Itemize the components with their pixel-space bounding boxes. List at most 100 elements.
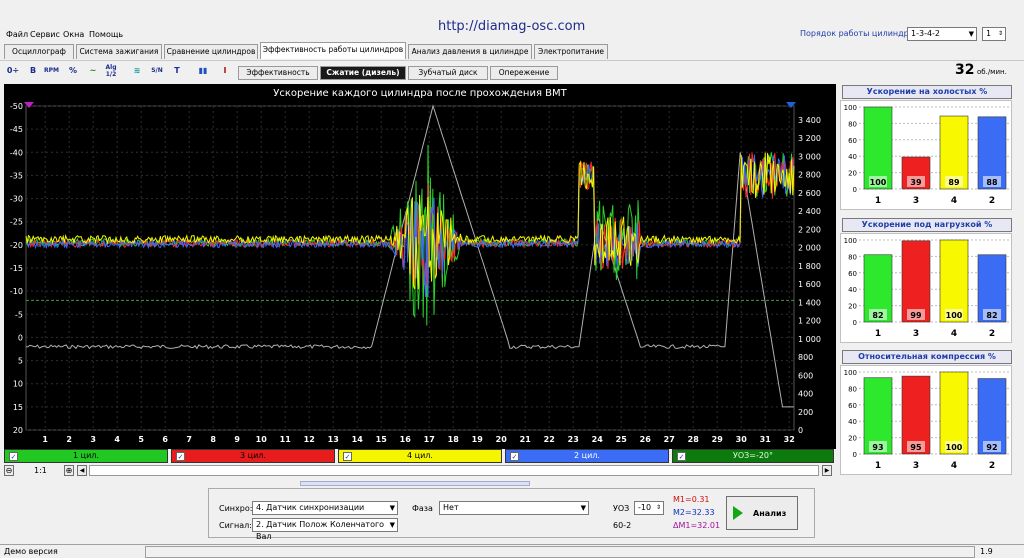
signal-noise-icon[interactable]: S/N <box>150 64 164 78</box>
left-tick-label: -15 <box>10 264 23 273</box>
bar-tick-label: 20 <box>848 170 857 178</box>
chevron-down-icon: ▼ <box>389 521 395 529</box>
menu-help[interactable]: Помощь <box>89 30 123 39</box>
right-tick-label: 3 400 <box>798 116 821 125</box>
chart-title: Ускорение каждого цилиндра после прохожд… <box>273 88 567 99</box>
left-tick-label: 15 <box>13 403 23 412</box>
bar-tick-label: 80 <box>848 385 857 393</box>
x-tick-label: 14 <box>352 435 364 444</box>
legend-cyl4[interactable]: ✓ 4 цил. <box>338 449 502 463</box>
cursor-t-icon[interactable]: T <box>170 64 184 78</box>
bar-cyl-label: 4 <box>951 329 957 339</box>
bars-icon[interactable]: ▮▮ <box>196 64 210 78</box>
x-tick-label: 23 <box>568 435 579 444</box>
app-window: Файл Сервис Окна Помощь http://diamag-os… <box>0 0 1024 558</box>
bar-tick-label: 40 <box>848 286 857 294</box>
menu-windows[interactable]: Окна <box>63 30 84 39</box>
wave-icon[interactable]: ~ <box>86 64 100 78</box>
firing-order-select[interactable]: 1-3-4-2 ▼ <box>907 27 977 41</box>
firing-order-value: 1-3-4-2 <box>911 29 941 38</box>
x-tick-label: 28 <box>688 435 700 444</box>
subtab-toothed-disc[interactable]: Зубчатый диск <box>408 66 488 80</box>
scale-icon[interactable]: 0÷ <box>6 64 20 78</box>
legend: ✓ 1 цил. ✓ 3 цил. ✓ 4 цил. ✓ 2 цил. ✓ УОЗ=-20… <box>4 449 834 463</box>
phase-select[interactable]: Нет ▼ <box>439 501 589 515</box>
acceleration-chart[interactable]: Ускорение каждого цилиндра после прохожд… <box>4 84 836 449</box>
tab-ignition[interactable]: Система зажигания <box>76 44 162 59</box>
bar-tick-label: 100 <box>844 369 857 377</box>
compression-title: Относительная компрессия % <box>842 350 1012 364</box>
bar-tick-label: 100 <box>844 104 857 112</box>
check-icon[interactable]: ✓ <box>176 452 185 461</box>
chart-icon[interactable]: I <box>218 64 232 78</box>
left-tick-label: -45 <box>10 125 23 134</box>
phase-label: Фаза <box>412 504 433 513</box>
bar-tick-label: 100 <box>844 237 857 245</box>
bar-cyl-label: 2 <box>989 329 995 339</box>
filter-icon[interactable]: ≋ <box>130 64 144 78</box>
x-tick-label: 17 <box>424 435 435 444</box>
subtab-efficiency[interactable]: Эффективность <box>238 66 318 80</box>
scroll-left-icon[interactable]: ◀ <box>77 465 87 476</box>
bar-value-label: 100 <box>946 443 963 452</box>
tab-pressure-analysis[interactable]: Анализ давления в цилиндре <box>408 44 532 59</box>
cylinder-spinner[interactable]: 1 ⇕ <box>982 27 1006 41</box>
signal-select[interactable]: 2. Датчик Полож Коленчатого Вал ▼ <box>252 518 398 541</box>
algorithm-icon[interactable]: Alg 1/2 <box>104 64 118 78</box>
scroll-track[interactable] <box>89 465 819 476</box>
x-tick-label: 4 <box>114 435 120 444</box>
zoom-in-icon[interactable]: ⊕ <box>64 465 74 476</box>
menu-service[interactable]: Сервис <box>30 30 60 39</box>
status-panel <box>145 546 975 558</box>
sync-select[interactable]: 4. Датчик синхронизации ▼ <box>252 501 398 515</box>
bar-tick-label: 40 <box>848 153 857 161</box>
scroll-right-icon[interactable]: ▶ <box>822 465 832 476</box>
x-tick-label: 3 <box>90 435 96 444</box>
right-tick-label: 2 600 <box>798 189 821 198</box>
chevron-down-icon: ▼ <box>968 30 974 38</box>
right-tick-label: 3 200 <box>798 134 821 143</box>
check-icon[interactable]: ✓ <box>9 452 18 461</box>
right-tick-label: 1 800 <box>798 262 821 271</box>
rpm-icon[interactable]: RPM <box>44 64 59 78</box>
check-icon[interactable]: ✓ <box>343 452 352 461</box>
load-accel-title: Ускорение под нагрузкой % <box>842 218 1012 232</box>
splitter-handle[interactable] <box>300 481 530 486</box>
x-tick-label: 22 <box>544 435 555 444</box>
left-tick-label: 0 <box>18 333 23 342</box>
check-icon[interactable]: ✓ <box>677 452 686 461</box>
bar-value-label: 89 <box>948 178 960 187</box>
tab-cylinder-efficiency[interactable]: Эффективность работы цилиндров <box>260 42 406 59</box>
menu-file[interactable]: Файл <box>6 30 28 39</box>
bar-cyl-label: 2 <box>989 461 995 471</box>
subtab-compression[interactable]: Сжатие (дизель) <box>320 66 406 80</box>
bar-tick-label: 80 <box>848 120 857 128</box>
site-url-link[interactable]: http://diamag-osc.com <box>438 19 585 34</box>
analyze-button[interactable]: Анализ <box>726 496 798 530</box>
bar-tick-label: 20 <box>848 303 857 311</box>
right-tick-label: 200 <box>798 408 813 417</box>
zoom-out-icon[interactable]: ⊖ <box>4 465 14 476</box>
legend-cyl3[interactable]: ✓ 3 цил. <box>171 449 335 463</box>
x-tick-label: 16 <box>400 435 412 444</box>
x-tick-label: 20 <box>496 435 508 444</box>
check-icon[interactable]: ✓ <box>510 452 519 461</box>
tab-cylinder-compare[interactable]: Сравнение цилиндров <box>164 44 258 59</box>
x-tick-label: 8 <box>210 435 216 444</box>
uoz-spinner[interactable]: -10 ⇕ <box>634 501 664 515</box>
tab-oscilloscope[interactable]: Осциллограф <box>4 44 74 59</box>
x-tick-label: 15 <box>376 435 388 444</box>
x-tick-label: 26 <box>640 435 652 444</box>
chevron-down-icon: ▼ <box>580 504 586 512</box>
left-tick-label: -20 <box>10 241 23 250</box>
legend-advance[interactable]: ✓ УОЗ=-20° <box>672 449 834 463</box>
bold-b-icon[interactable]: B <box>26 64 40 78</box>
tab-power[interactable]: Электропитание <box>534 44 608 59</box>
percent-icon[interactable]: % <box>66 64 80 78</box>
analysis-controls: Синхро: 4. Датчик синхронизации ▼ Сигнал:… <box>208 488 815 541</box>
legend-cyl1[interactable]: ✓ 1 цил. <box>4 449 168 463</box>
bar-cyl-label: 3 <box>913 329 919 339</box>
legend-cyl2[interactable]: ✓ 2 цил. <box>505 449 669 463</box>
firing-order-label: Порядок работы цилиндров <box>800 29 919 38</box>
subtab-advance[interactable]: Опережение <box>490 66 558 80</box>
